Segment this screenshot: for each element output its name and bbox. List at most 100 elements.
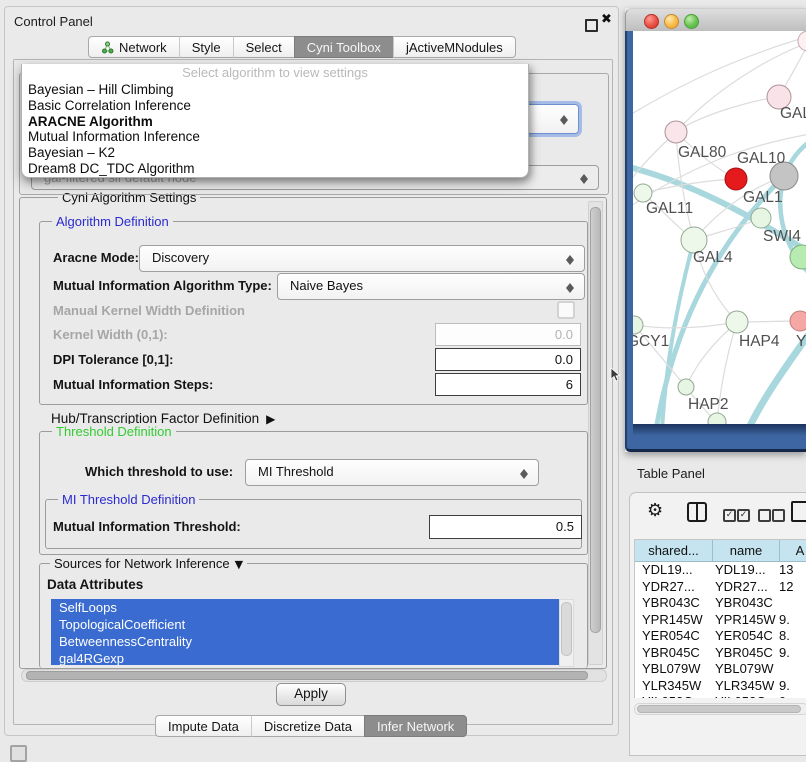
zoom-traffic-light[interactable] bbox=[684, 14, 699, 29]
table-header-row: shared...nameA bbox=[635, 540, 806, 562]
columns-icon[interactable] bbox=[687, 502, 707, 522]
minimize-traffic-light[interactable] bbox=[664, 14, 679, 29]
tab-impute-data[interactable]: Impute Data bbox=[155, 715, 251, 737]
network-node-hap4[interactable] bbox=[726, 311, 748, 333]
float-window-icon[interactable] bbox=[585, 19, 598, 32]
node-label: GAL10 bbox=[737, 150, 786, 167]
tab-infer-network[interactable]: Infer Network bbox=[364, 715, 467, 737]
unchecked-box-icon[interactable] bbox=[772, 509, 785, 522]
algorithm-option[interactable]: Bayesian – K2 bbox=[22, 145, 528, 161]
attribute-item-selected[interactable]: SelfLoops bbox=[51, 599, 559, 616]
table-cell: YDR27... bbox=[712, 579, 779, 596]
network-canvas[interactable]: GAL80GALGAL10GAL11GAL1SWI4GAL4GCY1HAP4YH… bbox=[633, 31, 806, 424]
table-row[interactable]: YLR345WYLR345W9. bbox=[635, 678, 806, 695]
tab-discretize-data[interactable]: Discretize Data bbox=[251, 715, 364, 737]
algorithm-option[interactable]: Mutual Information Inference bbox=[22, 129, 528, 145]
network-icon bbox=[101, 41, 114, 54]
network-node-gal1[interactable] bbox=[751, 208, 771, 228]
apply-button[interactable]: Apply bbox=[276, 683, 346, 706]
column-header[interactable]: shared... bbox=[635, 540, 713, 561]
network-node-gal80[interactable] bbox=[665, 121, 687, 143]
node-attribute-table[interactable]: shared...nameA YDL19...YDL19...13YDR27..… bbox=[634, 539, 806, 698]
mi-algorithm-type-combo[interactable]: Naive Bayes bbox=[277, 273, 585, 300]
manual-kernel-width-label: Manual Kernel Width Definition bbox=[53, 303, 245, 318]
tab-jactivemnodules[interactable]: jActiveMNodules bbox=[393, 36, 516, 58]
tab-label: Style bbox=[192, 40, 221, 55]
unchecked-box-icon[interactable] bbox=[758, 509, 771, 522]
algorithm-option[interactable]: Dream8 DC_TDC Algorithm bbox=[22, 161, 528, 177]
table-cell: YDR27... bbox=[635, 579, 712, 596]
minimized-panel-icon[interactable] bbox=[10, 745, 27, 762]
network-node-gcy1[interactable] bbox=[633, 316, 643, 334]
tab-style[interactable]: Style bbox=[179, 36, 233, 58]
aracne-mode-label: Aracne Mode: bbox=[53, 245, 139, 270]
mi-steps-field[interactable]: 6 bbox=[435, 373, 581, 396]
table-cell: YPR145W bbox=[635, 612, 712, 629]
which-threshold-combo[interactable]: MI Threshold bbox=[245, 459, 539, 486]
chevron-down-icon: ▼ bbox=[235, 558, 243, 571]
mi-threshold-label: Mutual Information Threshold: bbox=[53, 515, 241, 539]
tab-select[interactable]: Select bbox=[233, 36, 294, 58]
attributes-scrollbar[interactable] bbox=[559, 599, 574, 667]
settings-horizontal-scrollbar[interactable] bbox=[21, 669, 607, 682]
table-row[interactable]: YPR145WYPR145W9. bbox=[635, 612, 806, 629]
mi-threshold-field[interactable]: 0.5 bbox=[429, 515, 582, 539]
node-label: HAP2 bbox=[688, 396, 729, 413]
table-cell: 9 bbox=[779, 694, 806, 698]
table-row[interactable]: YBL079WYBL079W bbox=[635, 661, 806, 678]
table-row[interactable]: YER054CYER054C8. bbox=[635, 628, 806, 645]
tab-label: Impute Data bbox=[168, 719, 239, 734]
table-cell: YDL19... bbox=[712, 562, 779, 579]
tab-cyni-toolbox[interactable]: Cyni Toolbox bbox=[294, 36, 393, 58]
table-cell: YPR145W bbox=[712, 612, 779, 629]
network-node[interactable] bbox=[725, 168, 747, 190]
checked-box-icon[interactable]: ✓ bbox=[723, 509, 736, 522]
scrollbar-thumb[interactable] bbox=[637, 705, 801, 713]
close-icon[interactable]: ✖ bbox=[601, 12, 612, 27]
table-row[interactable]: YDL19...YDL19...13 bbox=[635, 562, 806, 579]
scrollbar-thumb[interactable] bbox=[26, 671, 588, 680]
algorithm-option[interactable]: Bayesian – Hill Climbing bbox=[22, 82, 528, 98]
column-header[interactable]: name bbox=[713, 540, 780, 561]
mi-threshold-definition-title: MI Threshold Definition bbox=[58, 492, 199, 507]
algorithm-options: Bayesian – Hill ClimbingBasic Correlatio… bbox=[22, 82, 528, 177]
settings-vertical-scrollbar[interactable] bbox=[588, 201, 603, 665]
table-row[interactable]: YDR27...YDR27...12 bbox=[635, 579, 806, 596]
manual-kernel-width-checkbox[interactable] bbox=[557, 301, 575, 319]
table-horizontal-scrollbar[interactable] bbox=[634, 703, 806, 715]
network-node-y[interactable] bbox=[790, 311, 806, 331]
application-window: Control Panel ✖ NetworkStyleSelectCyni T… bbox=[0, 0, 806, 762]
dpi-tolerance-field[interactable]: 0.0 bbox=[435, 348, 581, 371]
sources-group-title[interactable]: Sources for Network Inference▼ bbox=[50, 556, 247, 571]
attribute-item-selected[interactable]: TopologicalCoefficient bbox=[51, 616, 559, 633]
dpi-tolerance-label: DPI Tolerance [0,1]: bbox=[53, 349, 173, 371]
scrollbar-thumb[interactable] bbox=[590, 207, 601, 633]
data-attributes-list[interactable]: SelfLoopsTopologicalCoefficientBetweenne… bbox=[51, 599, 559, 665]
checked-box-icon[interactable]: ✓ bbox=[737, 509, 750, 522]
table-row[interactable]: YBR043CYBR043C bbox=[635, 595, 806, 612]
network-node[interactable] bbox=[798, 31, 806, 51]
column-header[interactable]: A bbox=[780, 540, 806, 561]
close-traffic-light[interactable] bbox=[644, 14, 659, 29]
tab-network[interactable]: Network bbox=[88, 36, 179, 58]
aracne-mode-combo[interactable]: Discovery bbox=[139, 245, 585, 272]
control-panel: Control Panel ✖ NetworkStyleSelectCyni T… bbox=[4, 6, 619, 736]
table-cell bbox=[779, 595, 806, 612]
table-row[interactable]: YIL052CYIL052C9 bbox=[635, 694, 806, 698]
network-node-hap2[interactable] bbox=[678, 379, 694, 395]
algorithm-option[interactable]: ARACNE Algorithm bbox=[22, 114, 528, 130]
document-icon[interactable] bbox=[791, 501, 806, 522]
network-window-titlebar[interactable] bbox=[625, 8, 806, 33]
attribute-item-selected[interactable]: BetweennessCentrality bbox=[51, 633, 559, 650]
table-cell: 13 bbox=[779, 562, 806, 579]
algorithm-option[interactable]: Basic Correlation Inference bbox=[22, 98, 528, 114]
tab-label: Network bbox=[119, 40, 167, 55]
table-row[interactable]: YBR045CYBR045C9. bbox=[635, 645, 806, 662]
network-graph[interactable]: GAL80GALGAL10GAL11GAL1SWI4GAL4GCY1HAP4YH… bbox=[633, 31, 806, 424]
gear-icon[interactable]: ⚙ bbox=[647, 500, 663, 522]
attribute-item-selected[interactable]: gal4RGexp bbox=[51, 650, 559, 665]
scrollbar-thumb[interactable] bbox=[561, 602, 572, 656]
node-label: Y bbox=[796, 333, 806, 350]
algorithm-prompt: Select algorithm to view settings bbox=[22, 64, 528, 82]
network-node[interactable] bbox=[708, 413, 726, 424]
